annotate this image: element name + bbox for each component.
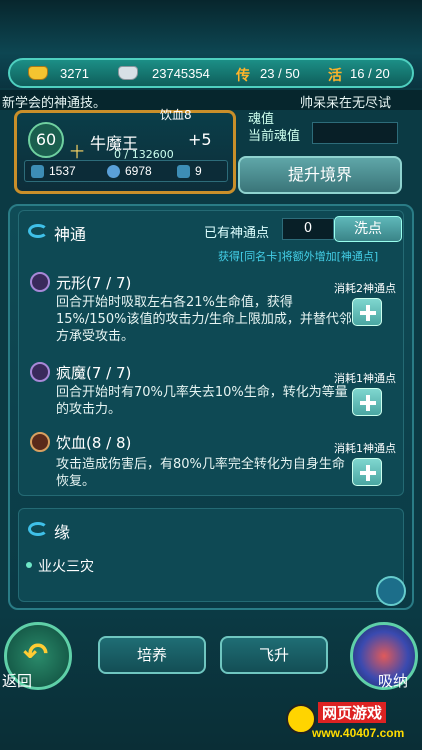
- stat-hp: 6978: [125, 164, 152, 178]
- soul-label-current: 当前魂值: [248, 129, 301, 144]
- add-skill-point-button[interactable]: [352, 298, 382, 326]
- silver-amount: 23745354: [152, 66, 210, 81]
- gold-ingot-icon: [28, 66, 48, 80]
- skill-title: 元形(7 / 7): [56, 274, 132, 292]
- watermark-line1: 网页游戏: [318, 702, 387, 723]
- hero-level-badge: 60: [28, 122, 64, 158]
- huo-badge: 活: [328, 68, 342, 84]
- skill-desc: 回合开始时有70%几率失去10%生命，转化为等量的攻击力。: [56, 385, 348, 417]
- yuanxing-skill-icon: [30, 272, 50, 292]
- train-button[interactable]: 培养: [98, 636, 206, 674]
- skill-desc: 回合开始时吸取左右各21%生命值，获得15%/150%该值的攻击力/生命上限加成…: [56, 295, 352, 344]
- fengmo-skill-icon: [30, 362, 50, 382]
- skill-cost: 消耗1神通点: [334, 442, 396, 455]
- silver-ingot-icon: [118, 66, 138, 80]
- resource-bar: 3271 23745354 传 23 / 50 活 16 / 20: [8, 58, 414, 88]
- announcement-marquee: 新学会的神通技。 帅呆呆在无尽试: [0, 90, 422, 111]
- skill-title: 疯魔(7 / 7): [56, 364, 132, 382]
- soul-value-field: [312, 122, 398, 144]
- swirl-icon: [28, 224, 48, 238]
- skill-title: 饮血(8 / 8): [56, 434, 132, 452]
- expand-button[interactable]: [376, 576, 406, 606]
- yinxue-skill-icon: [30, 432, 50, 452]
- fate-item: 业火三灾: [38, 559, 94, 575]
- skill-desc: 攻击造成伤害后，有80%几率完全转化为自身生命恢复。: [56, 457, 345, 489]
- chuan-value: 23 / 50: [260, 66, 300, 81]
- add-skill-point-button[interactable]: [352, 458, 382, 486]
- ascend-button[interactable]: 飞升: [220, 636, 328, 674]
- cross-icon: 十: [70, 145, 84, 161]
- back-label[interactable]: 返回: [2, 670, 32, 691]
- fate-section: [18, 508, 404, 602]
- fate-bullet: [26, 562, 32, 568]
- wash-points-button[interactable]: 洗点: [334, 216, 402, 242]
- absorb-label[interactable]: 吸纳: [378, 670, 408, 691]
- shentong-title: 神通: [54, 225, 87, 244]
- hero-partial-label: 饮血8: [160, 108, 192, 122]
- attack-icon: [31, 165, 44, 178]
- marquee-left-text: 新学会的神通技。: [2, 96, 107, 111]
- upgrade-realm-button[interactable]: 提升境界: [238, 156, 402, 194]
- back-arrow-icon: ↶: [23, 637, 49, 672]
- fate-title: 缘: [54, 523, 71, 542]
- add-skill-point-button[interactable]: [352, 388, 382, 416]
- boot-icon: [177, 165, 190, 178]
- points-value: 0: [282, 218, 334, 240]
- hero-stats-row: 1537 6978 9: [24, 160, 228, 182]
- watermark-line2: www.40407.com: [312, 726, 405, 740]
- stat-attack: 1537: [49, 164, 76, 178]
- swirl-icon: [28, 522, 48, 536]
- huo-value: 16 / 20: [350, 66, 390, 81]
- points-label: 已有神通点: [204, 226, 270, 241]
- chuan-badge: 传: [236, 68, 250, 84]
- hero-plus-level: +5: [188, 130, 212, 149]
- shentong-hint: 获得[同名卡]将额外增加[神通点]: [218, 250, 379, 263]
- stat-speed: 9: [195, 164, 202, 178]
- heart-icon: [107, 165, 120, 178]
- marquee-right-text: 帅呆呆在无尽试: [300, 96, 392, 111]
- gold-amount: 3271: [60, 66, 89, 81]
